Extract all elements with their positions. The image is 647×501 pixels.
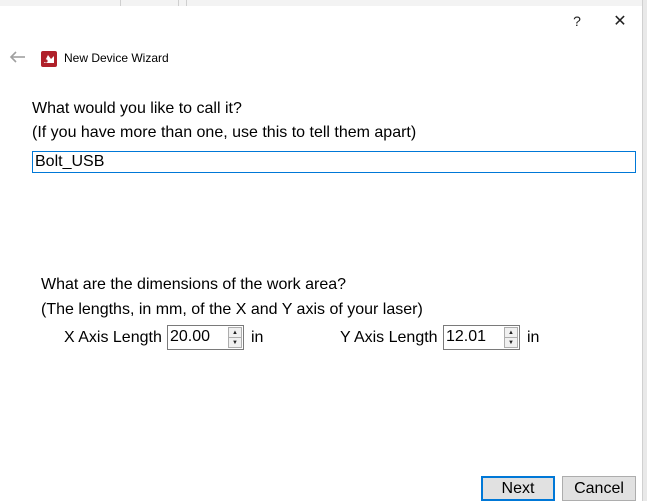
device-name-input[interactable]	[32, 151, 636, 173]
name-question: What would you like to call it?	[32, 100, 242, 117]
y-axis-unit: in	[527, 329, 540, 346]
name-hint: (If you have more than one, use this to …	[32, 124, 417, 141]
app-logo-icon	[41, 51, 57, 67]
back-arrow-icon[interactable]	[9, 50, 27, 64]
close-button[interactable]: ✕	[606, 10, 634, 32]
wizard-title: New Device Wizard	[64, 51, 169, 65]
x-axis-value[interactable]: 20.00	[170, 328, 210, 346]
y-axis-label: Y Axis Length	[340, 329, 438, 346]
x-axis-spinner[interactable]: ▲ ▼	[228, 327, 242, 348]
dimensions-hint: (The lengths, in mm, of the X and Y axis…	[41, 301, 423, 318]
spin-down-icon[interactable]: ▼	[505, 338, 517, 347]
y-axis-value[interactable]: 12.01	[446, 328, 486, 346]
spin-up-icon[interactable]: ▲	[505, 328, 517, 338]
x-axis-label: X Axis Length	[64, 329, 162, 346]
x-axis-unit: in	[251, 329, 264, 346]
spin-up-icon[interactable]: ▲	[229, 328, 241, 338]
spin-down-icon[interactable]: ▼	[229, 338, 241, 347]
next-button[interactable]: Next	[481, 476, 555, 501]
y-axis-length-spinbox[interactable]: 12.01 ▲ ▼	[443, 325, 520, 350]
help-button[interactable]: ?	[563, 10, 591, 32]
new-device-wizard-dialog: ? ✕ New Device Wizard What would you lik…	[0, 6, 642, 501]
y-axis-spinner[interactable]: ▲ ▼	[504, 327, 518, 348]
dimensions-question: What are the dimensions of the work area…	[41, 276, 347, 293]
background-window-edge	[642, 0, 647, 501]
cancel-button[interactable]: Cancel	[562, 476, 636, 501]
x-axis-length-spinbox[interactable]: 20.00 ▲ ▼	[167, 325, 244, 350]
